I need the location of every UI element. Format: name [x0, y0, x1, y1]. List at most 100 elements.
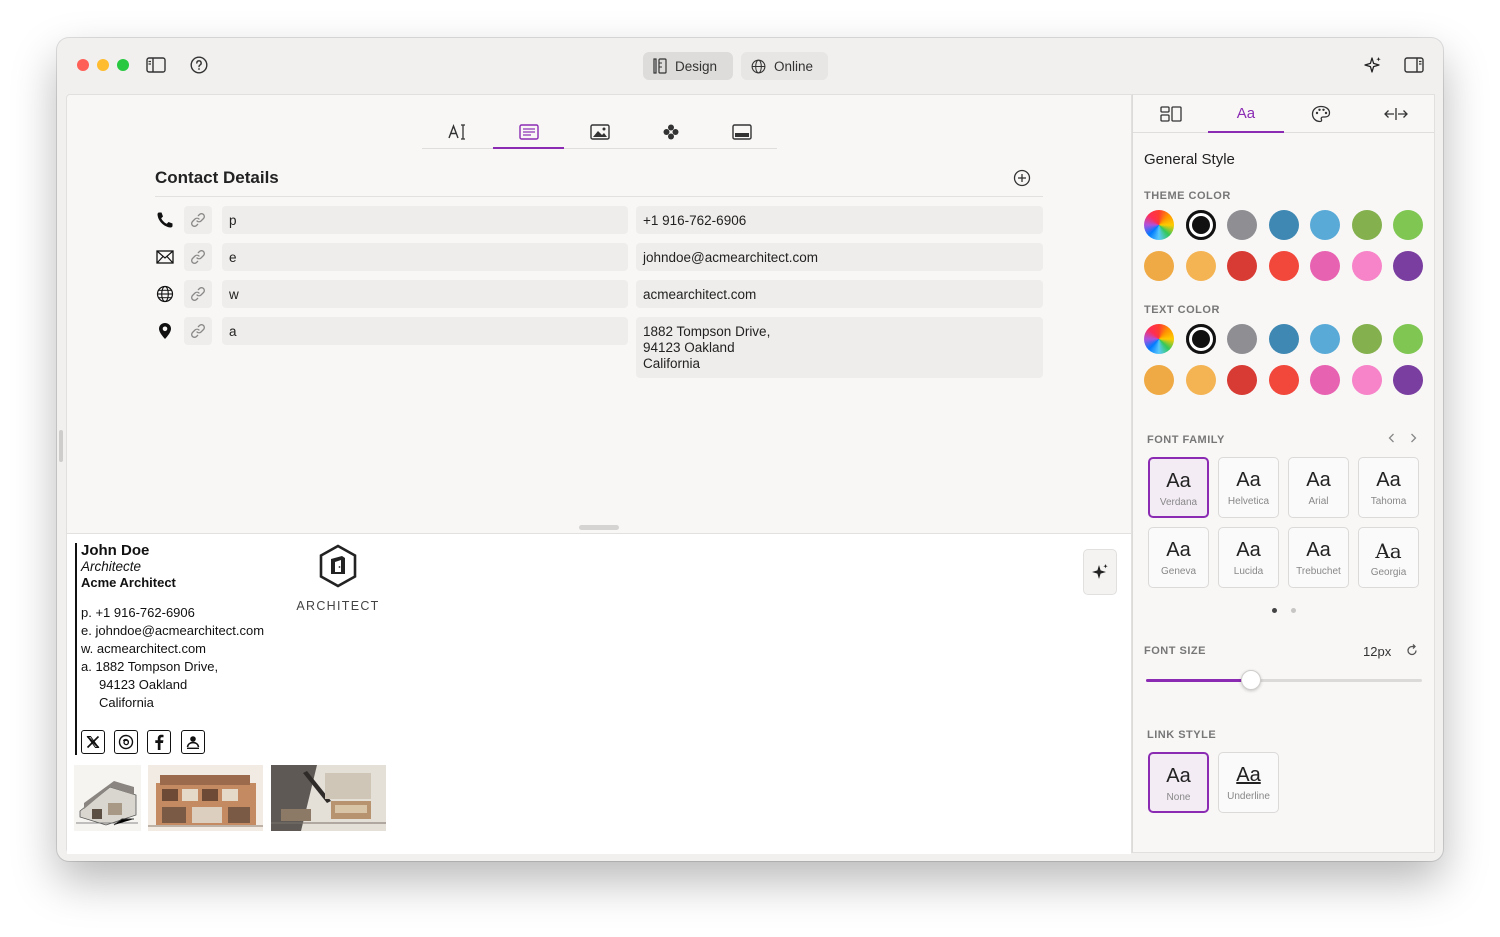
tab-details[interactable]: [493, 115, 564, 149]
font-option-trebuchet[interactable]: Aa Trebuchet: [1288, 527, 1349, 588]
reset-font-size-button[interactable]: [1405, 643, 1419, 657]
globe-icon: [751, 59, 766, 73]
font-option-helvetica[interactable]: Aa Helvetica: [1218, 457, 1279, 518]
tab-colors[interactable]: [1284, 95, 1359, 132]
help-icon[interactable]: [188, 54, 210, 76]
color-swatch[interactable]: [1268, 251, 1299, 281]
font-size-label: FONT SIZE: [1144, 645, 1206, 657]
color-swatch[interactable]: [1185, 210, 1216, 240]
value-field[interactable]: acmearchitect.com: [636, 280, 1043, 308]
value-field[interactable]: +1 916-762-6906: [636, 206, 1043, 234]
link-toggle-button[interactable]: [184, 206, 212, 234]
split-resize-handle[interactable]: [579, 525, 619, 530]
color-swatch[interactable]: [1268, 210, 1299, 240]
font-option-tahoma[interactable]: Aa Tahoma: [1358, 457, 1419, 518]
close-window-button[interactable]: [77, 59, 89, 71]
custom-color-swatch[interactable]: [1144, 324, 1174, 354]
minimize-window-button[interactable]: [97, 59, 109, 71]
design-mode-button[interactable]: Design: [643, 52, 733, 80]
label-field[interactable]: e: [222, 243, 628, 271]
zoom-window-button[interactable]: [117, 59, 129, 71]
font-size-slider[interactable]: [1146, 670, 1422, 690]
tab-image[interactable]: [564, 115, 635, 148]
color-swatch[interactable]: [1310, 210, 1340, 240]
color-swatch[interactable]: [1268, 324, 1299, 354]
slider-handle[interactable]: [1240, 670, 1261, 690]
label-field[interactable]: a: [222, 317, 628, 345]
link-toggle-button[interactable]: [184, 243, 212, 271]
label-field[interactable]: w: [222, 280, 628, 308]
link-style-name: Underline: [1227, 791, 1270, 802]
tab-layout[interactable]: [1133, 95, 1208, 132]
color-swatch[interactable]: [1310, 251, 1340, 281]
color-swatch[interactable]: [1144, 365, 1174, 395]
color-swatch[interactable]: [1185, 251, 1216, 281]
color-swatch[interactable]: [1227, 365, 1257, 395]
color-swatch[interactable]: [1268, 365, 1299, 395]
color-swatch[interactable]: [1310, 365, 1340, 395]
label-field[interactable]: p: [222, 206, 628, 234]
color-swatch[interactable]: [1393, 324, 1423, 354]
link-toggle-button[interactable]: [184, 317, 212, 345]
sparkle-icon[interactable]: [1362, 54, 1384, 76]
tab-banner[interactable]: [706, 115, 777, 148]
address-continuation: 94123 Oakland: [99, 677, 188, 692]
font-option-verdana[interactable]: Aa Verdana: [1148, 457, 1209, 518]
inspector-toggle-icon[interactable]: [1403, 54, 1425, 76]
font-name: Arial: [1308, 496, 1329, 507]
line-value[interactable]: acmearchitect.com: [97, 641, 206, 656]
link-style-underline[interactable]: Aa Underline: [1218, 752, 1279, 813]
add-field-button[interactable]: [1013, 169, 1031, 187]
color-swatch[interactable]: [1351, 324, 1382, 354]
banner-image[interactable]: [148, 765, 263, 831]
palette-icon: [1311, 105, 1331, 122]
line-value[interactable]: johndoe@acmearchitect.com: [95, 623, 264, 638]
link-style-none[interactable]: Aa None: [1148, 752, 1209, 813]
link-icon: [191, 213, 205, 227]
font-option-geneva[interactable]: Aa Geneva: [1148, 527, 1209, 588]
font-option-lucida[interactable]: Aa Lucida: [1218, 527, 1279, 588]
color-swatch[interactable]: [1351, 210, 1382, 240]
banner-image[interactable]: [271, 765, 386, 831]
color-swatch[interactable]: [1393, 251, 1423, 281]
threads-icon[interactable]: [114, 730, 138, 754]
color-swatch[interactable]: [1351, 251, 1382, 281]
color-swatch[interactable]: [1227, 210, 1257, 240]
color-swatch[interactable]: [1185, 365, 1216, 395]
address-value-field[interactable]: 1882 Tompson Drive, 94123 Oakland Califo…: [636, 317, 1043, 378]
inspector-tabs: Aa: [1133, 95, 1434, 133]
color-swatch[interactable]: [1393, 365, 1423, 395]
window-resize-grip[interactable]: [59, 430, 63, 462]
online-mode-label: Online: [774, 58, 814, 74]
color-swatch[interactable]: [1310, 324, 1340, 354]
color-swatch[interactable]: [1393, 210, 1423, 240]
x-twitter-icon[interactable]: [81, 730, 105, 754]
sidebar-toggle-icon[interactable]: [145, 54, 167, 76]
page-indicator-dot[interactable]: [1291, 608, 1296, 613]
tab-typography[interactable]: Aa: [1208, 95, 1284, 133]
page-indicator-dot-active[interactable]: [1272, 608, 1277, 613]
custom-color-swatch[interactable]: [1144, 210, 1174, 240]
color-swatch[interactable]: [1144, 251, 1174, 281]
banner-image[interactable]: [74, 765, 141, 831]
link-toggle-button[interactable]: [184, 280, 212, 308]
value-field[interactable]: johndoe@acmearchitect.com: [636, 243, 1043, 271]
color-swatch[interactable]: [1185, 324, 1216, 354]
location-pin-icon: [155, 321, 175, 341]
tab-text[interactable]: [422, 115, 493, 148]
font-prev-button[interactable]: [1385, 431, 1399, 445]
tab-social[interactable]: [635, 115, 706, 148]
link-sample: Aa: [1166, 765, 1191, 787]
color-swatch[interactable]: [1351, 365, 1382, 395]
online-mode-button[interactable]: Online: [741, 52, 828, 80]
facebook-icon[interactable]: [147, 730, 171, 754]
font-next-button[interactable]: [1406, 431, 1420, 445]
user-profile-icon[interactable]: [181, 730, 205, 754]
tab-width[interactable]: [1359, 95, 1434, 132]
color-swatch[interactable]: [1227, 324, 1257, 354]
font-option-georgia[interactable]: Aa Georgia: [1358, 527, 1419, 588]
font-option-arial[interactable]: Aa Arial: [1288, 457, 1349, 518]
color-swatch[interactable]: [1227, 251, 1257, 281]
font-sample: Aa: [1236, 539, 1261, 561]
ai-assist-button[interactable]: [1083, 549, 1117, 595]
